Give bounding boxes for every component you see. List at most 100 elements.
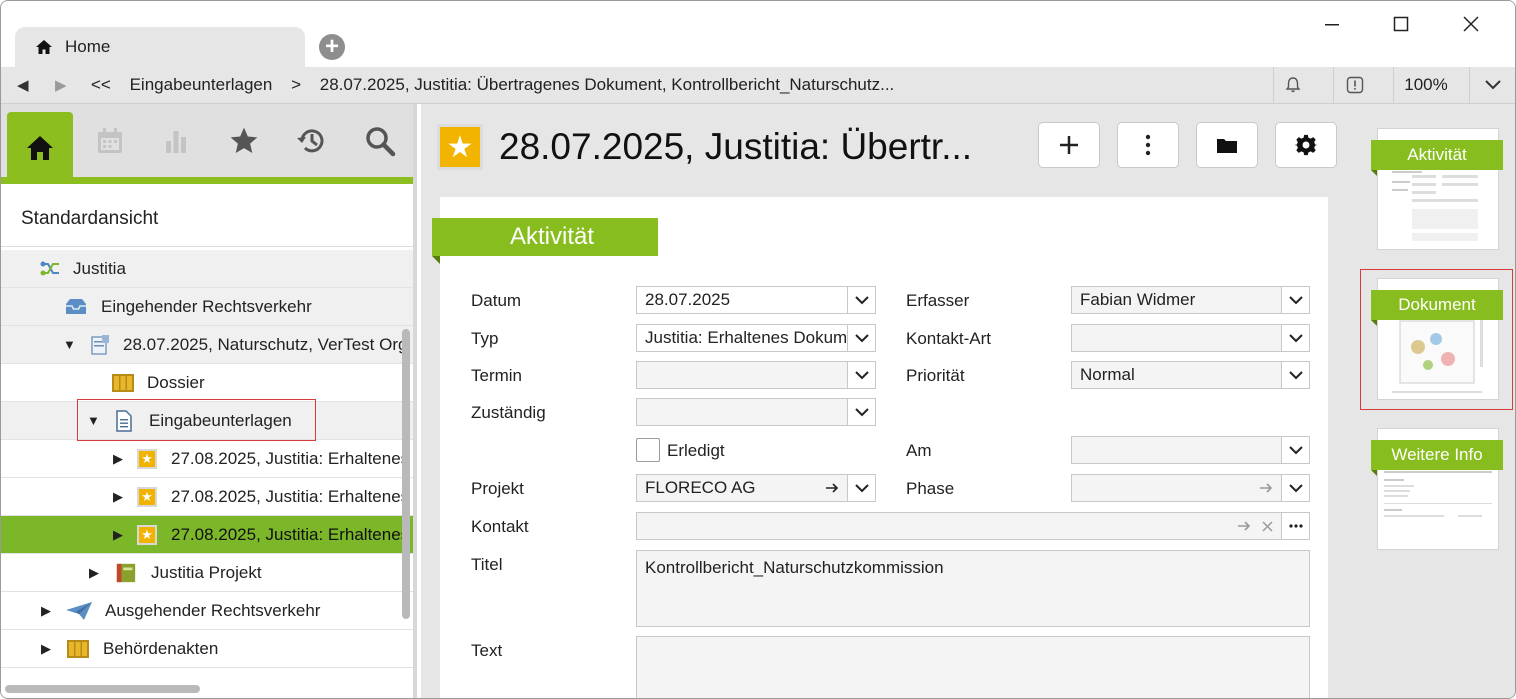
- highlight-box: [77, 399, 316, 441]
- main-panel: ★ 28.07.2025, Justitia: Übertr... Aktivi…: [421, 104, 1357, 698]
- title-bar: Home +: [1, 1, 1515, 67]
- vertical-scrollbar[interactable]: [402, 329, 410, 619]
- sidebar-tab-history[interactable]: [279, 104, 345, 177]
- breadcrumb: << Eingabeunterlagen > 28.07.2025, Justi…: [91, 75, 894, 95]
- horizontal-scrollbar[interactable]: [5, 685, 200, 693]
- tree-item-justitia[interactable]: Justitia: [1, 250, 413, 288]
- tree-item-dossier[interactable]: Dossier: [1, 364, 413, 402]
- tree-item-label: Dossier: [147, 372, 205, 392]
- kontakt-art-dropdown[interactable]: [1281, 325, 1309, 351]
- tree-item-ausgehender-rechtsverkehr[interactable]: ▶ Ausgehender Rechtsverkehr: [1, 592, 413, 630]
- typ-field[interactable]: Justitia: Erhaltenes Dokument: [636, 324, 876, 352]
- kontakt-field[interactable]: [636, 512, 1310, 540]
- close-button[interactable]: [1456, 9, 1486, 39]
- tab-home[interactable]: Home: [15, 27, 305, 67]
- activity-star-icon: ★: [437, 124, 483, 170]
- maximize-icon: [1393, 16, 1409, 32]
- home-icon: [36, 40, 52, 54]
- prioritaet-dropdown[interactable]: [1281, 362, 1309, 388]
- erfasser-field[interactable]: Fabian Widmer: [1071, 286, 1310, 314]
- breadcrumb-back[interactable]: <<: [91, 75, 111, 94]
- erfasser-dropdown[interactable]: [1281, 287, 1309, 313]
- tree-item-case[interactable]: ▼ 28.07.2025, Naturschutz, VerTest Org: [1, 326, 413, 364]
- zoom-level[interactable]: 100%: [1397, 73, 1455, 97]
- projekt-dropdown[interactable]: [847, 475, 875, 501]
- arrow-right-icon[interactable]: [825, 482, 839, 494]
- chevron-down-icon: [854, 333, 869, 342]
- tree-item-label: Justitia Projekt: [151, 562, 262, 582]
- folder-button[interactable]: [1196, 122, 1258, 168]
- phase-dropdown[interactable]: [1281, 475, 1309, 501]
- minimize-button[interactable]: [1317, 9, 1347, 39]
- maximize-button[interactable]: [1386, 9, 1416, 39]
- phase-field[interactable]: [1071, 474, 1310, 502]
- kontakt-art-field[interactable]: [1071, 324, 1310, 352]
- erfasser-label: Erfasser: [906, 291, 970, 310]
- more-options-button[interactable]: [1117, 122, 1179, 168]
- titel-field[interactable]: Kontrollbericht_Naturschutzkommission: [636, 550, 1310, 627]
- exclamation-icon: [1346, 76, 1364, 94]
- binder-icon: [67, 639, 89, 658]
- tree-item-label: 28.07.2025, Naturschutz, VerTest Org: [123, 334, 408, 354]
- tree-item-label: Behördenakten: [103, 638, 219, 658]
- am-field[interactable]: [1071, 436, 1310, 464]
- tree-item-justitia-projekt[interactable]: ▶ Justitia Projekt: [1, 554, 413, 592]
- notification-button[interactable]: [1281, 73, 1305, 97]
- add-button[interactable]: [1038, 122, 1100, 168]
- bell-icon: [1285, 77, 1301, 93]
- expand-arrow-icon[interactable]: ▶: [41, 641, 55, 657]
- tree-item-eingehender-rechtsverkehr[interactable]: Eingehender Rechtsverkehr: [1, 288, 413, 326]
- sidebar-tab-home[interactable]: [7, 112, 73, 184]
- projekt-field[interactable]: FLORECO AG: [636, 474, 876, 502]
- titel-label: Titel: [471, 555, 503, 574]
- divider: [1273, 67, 1274, 103]
- tree-item-document-1[interactable]: ▶ ★ 27.08.2025, Justitia: Erhaltenes: [1, 440, 413, 478]
- expand-arrow-icon[interactable]: ▶: [89, 565, 103, 581]
- ribbon-fold: [432, 256, 440, 264]
- expand-arrow-icon[interactable]: ▶: [41, 603, 55, 619]
- tree-item-label: Justitia: [73, 258, 126, 278]
- back-arrow-icon[interactable]: ◀: [17, 76, 29, 94]
- binder-icon: [112, 373, 134, 392]
- kontakt-more-button[interactable]: [1281, 513, 1309, 539]
- tree-item-document-3[interactable]: ▶ ★ 27.08.2025, Justitia: Erhaltenes: [1, 516, 413, 554]
- am-dropdown[interactable]: [1281, 437, 1309, 463]
- text-field[interactable]: [636, 636, 1310, 698]
- forward-arrow-icon[interactable]: ▶: [55, 76, 67, 94]
- new-tab-button[interactable]: +: [319, 34, 345, 60]
- divider: [1469, 67, 1470, 103]
- zustaendig-field[interactable]: [636, 398, 876, 426]
- tree-item-document-2[interactable]: ▶ ★ 27.08.2025, Justitia: Erhaltenes: [1, 478, 413, 516]
- menu-dropdown-button[interactable]: [1481, 73, 1505, 97]
- zustaendig-dropdown[interactable]: [847, 399, 875, 425]
- sidebar-tab-calendar[interactable]: [77, 104, 143, 177]
- bar-chart-icon: [166, 130, 186, 153]
- page-title: 28.07.2025, Justitia: Übertr...: [499, 126, 973, 167]
- termin-field[interactable]: [636, 361, 876, 389]
- arrow-right-icon[interactable]: [1259, 482, 1273, 494]
- settings-button[interactable]: [1275, 122, 1337, 168]
- datum-dropdown[interactable]: [847, 287, 875, 313]
- alert-button[interactable]: [1343, 73, 1367, 97]
- sidebar-tab-statistics[interactable]: [143, 104, 209, 177]
- typ-dropdown[interactable]: [847, 325, 875, 351]
- sidebar-tab-favorites[interactable]: [211, 104, 277, 177]
- plus-icon: +: [324, 33, 339, 60]
- expand-arrow-icon[interactable]: ▶: [113, 489, 127, 505]
- erledigt-checkbox[interactable]: [636, 438, 660, 462]
- prioritaet-field[interactable]: Normal: [1071, 361, 1310, 389]
- termin-dropdown[interactable]: [847, 362, 875, 388]
- history-icon: [297, 128, 324, 152]
- tree-item-label: Ausgehender Rechtsverkehr: [105, 600, 321, 620]
- chevron-down-icon: [1288, 333, 1303, 342]
- arrow-right-icon[interactable]: [1237, 520, 1251, 532]
- expand-arrow-icon[interactable]: ▶: [113, 451, 127, 467]
- clear-icon[interactable]: [1262, 521, 1273, 532]
- datum-field[interactable]: 28.07.2025: [636, 286, 876, 314]
- tree-item-label: 27.08.2025, Justitia: Erhaltenes: [171, 486, 410, 506]
- tree-item-behoerdenakten[interactable]: ▶ Behördenakten: [1, 630, 413, 668]
- expand-arrow-icon[interactable]: ▶: [113, 527, 127, 543]
- collapse-arrow-icon[interactable]: ▼: [63, 337, 77, 352]
- sidebar-tab-search[interactable]: [347, 104, 413, 177]
- breadcrumb-parent[interactable]: Eingabeunterlagen: [130, 75, 273, 94]
